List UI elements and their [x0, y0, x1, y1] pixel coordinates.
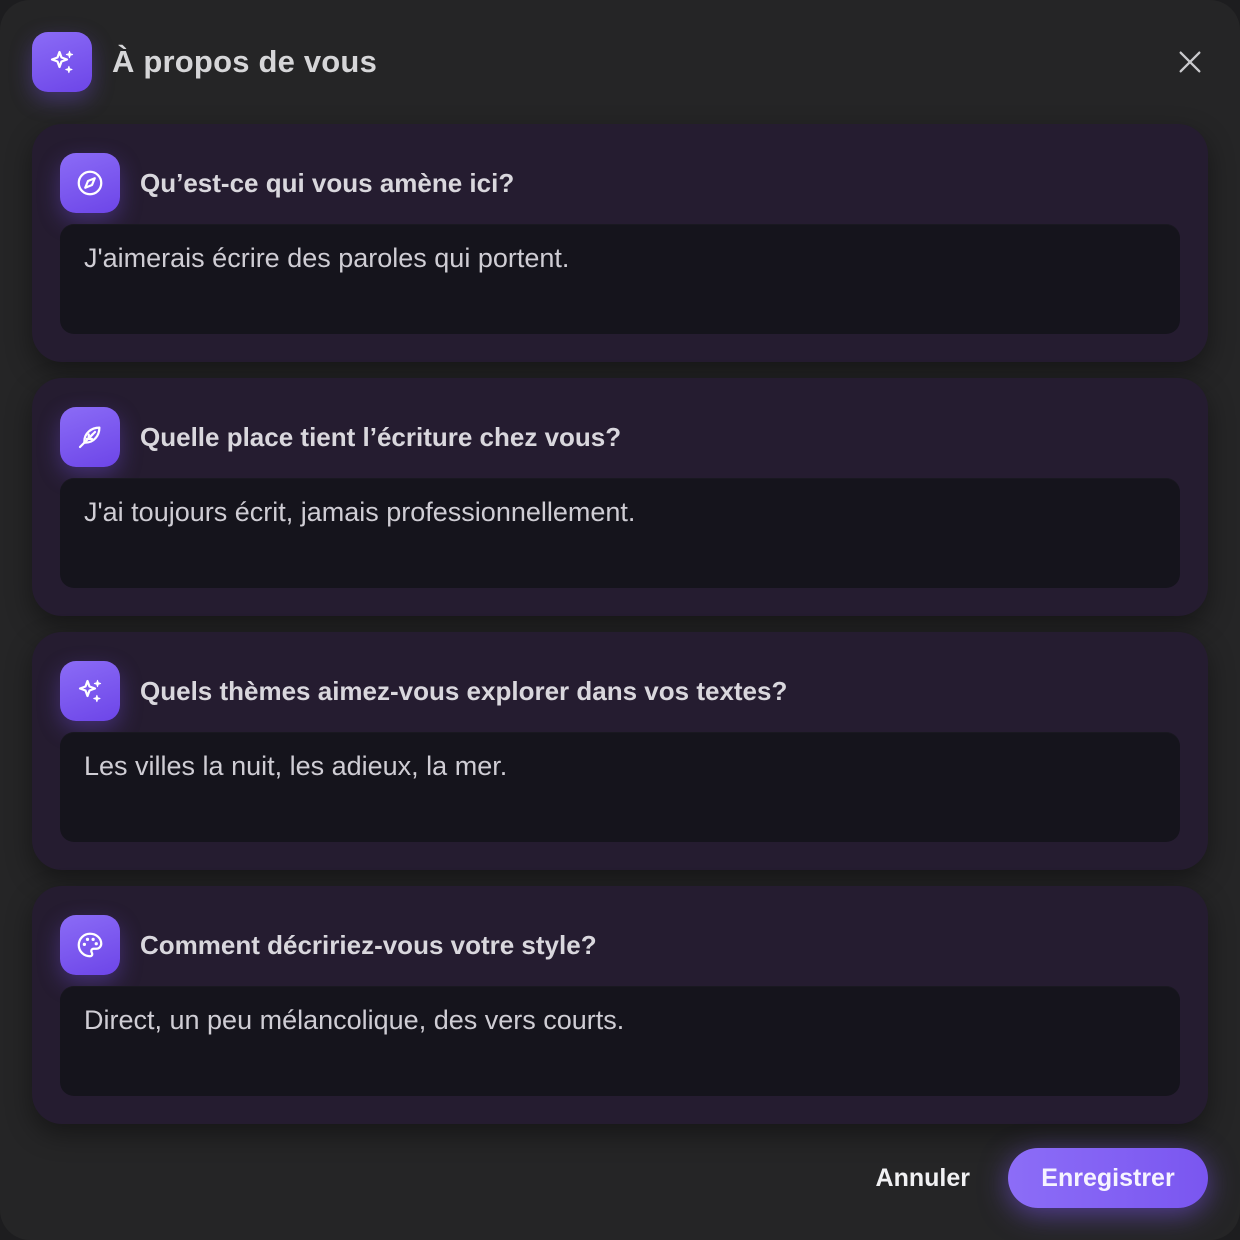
answer-field[interactable]: J'ai toujours écrit, jamais professionne…: [60, 478, 1180, 588]
sparkles-icon: [32, 32, 92, 92]
question-card: Quelle place tient l’écriture chez vous?…: [32, 378, 1208, 616]
palette-icon: [60, 915, 120, 975]
answer-field[interactable]: J'aimerais écrire des paroles qui porten…: [60, 224, 1180, 334]
answer-field[interactable]: Les villes la nuit, les adieux, la mer.: [60, 732, 1180, 842]
question-card: Qu’est-ce qui vous amène ici? J'aimerais…: [32, 124, 1208, 362]
about-you-dialog: À propos de vous Qu’est-ce qui vous amèn…: [0, 0, 1240, 1240]
cancel-button[interactable]: Annuler: [876, 1164, 970, 1193]
question-card: Comment décririez-vous votre style? Dire…: [32, 886, 1208, 1124]
close-icon: [1179, 51, 1201, 73]
question-label: Comment décririez-vous votre style?: [140, 929, 597, 960]
close-button[interactable]: [1168, 40, 1212, 84]
dialog-footer: Annuler Enregistrer: [876, 1148, 1208, 1208]
save-button[interactable]: Enregistrer: [1008, 1148, 1208, 1208]
dialog-header: À propos de vous: [32, 32, 377, 92]
question-header: Quels thèmes aimez-vous explorer dans vo…: [60, 661, 787, 721]
feather-icon: [60, 407, 120, 467]
question-header: Comment décririez-vous votre style?: [60, 915, 597, 975]
question-label: Quels thèmes aimez-vous explorer dans vo…: [140, 675, 788, 706]
dialog-title: À propos de vous: [112, 44, 378, 79]
question-header: Qu’est-ce qui vous amène ici?: [60, 153, 514, 213]
compass-icon: [60, 153, 120, 213]
question-header: Quelle place tient l’écriture chez vous?: [60, 407, 621, 467]
question-label: Qu’est-ce qui vous amène ici?: [140, 167, 515, 198]
question-label: Quelle place tient l’écriture chez vous?: [140, 421, 622, 452]
sparkles-icon: [60, 661, 120, 721]
question-card: Quels thèmes aimez-vous explorer dans vo…: [32, 632, 1208, 870]
answer-field[interactable]: Direct, un peu mélancolique, des vers co…: [60, 986, 1180, 1096]
questions-list: Qu’est-ce qui vous amène ici? J'aimerais…: [32, 124, 1208, 1140]
